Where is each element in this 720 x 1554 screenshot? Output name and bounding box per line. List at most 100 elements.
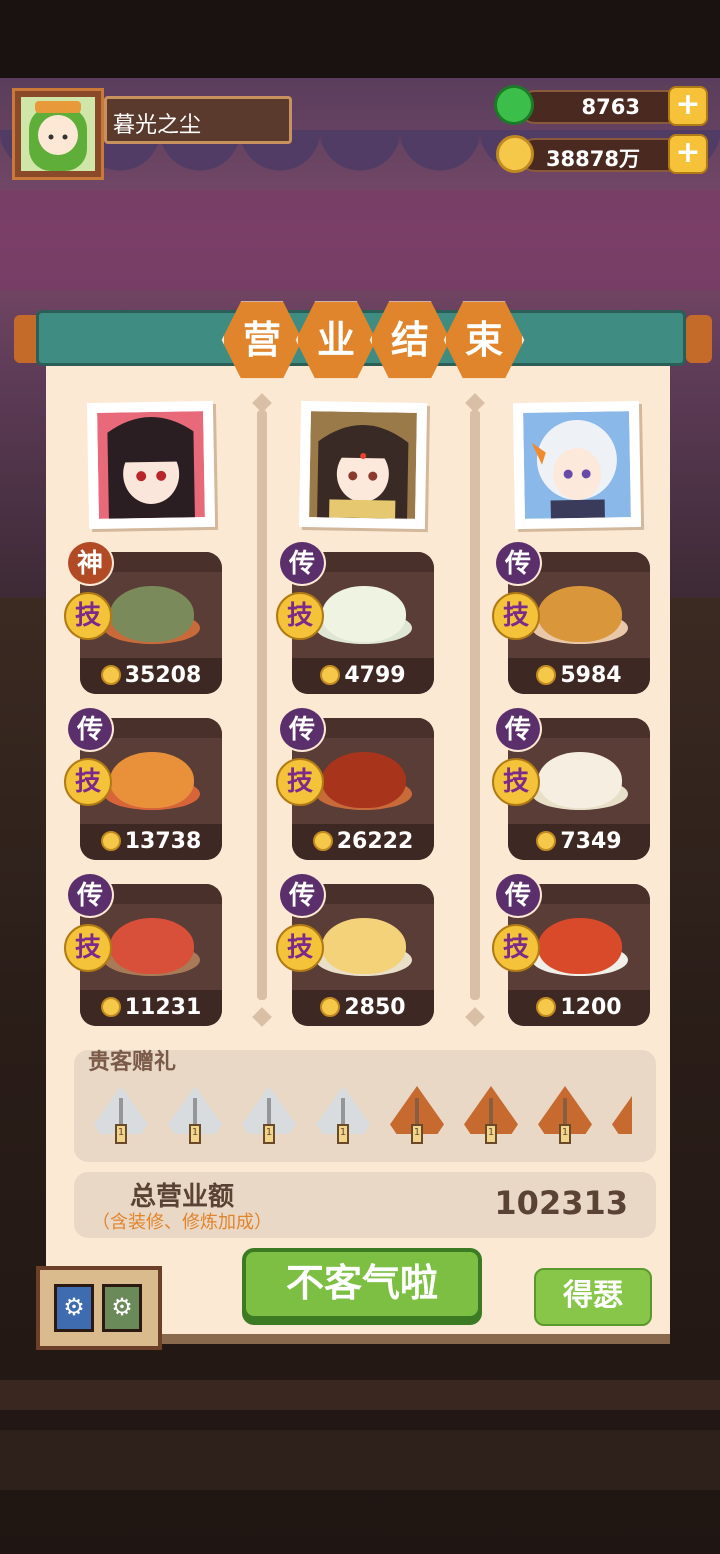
gear-icon[interactable]: ⚙ — [54, 1284, 94, 1332]
dish-image — [322, 586, 406, 642]
rarity-badge: 传 — [278, 540, 326, 586]
gift-mark — [489, 1098, 493, 1124]
add-jade-button[interactable]: + — [668, 86, 708, 126]
rarity-badge: 神 — [66, 540, 114, 586]
coin-icon — [496, 135, 534, 173]
dish-price-value: 7349 — [560, 829, 622, 854]
dish-price: 2850 — [292, 995, 434, 1020]
gift-count: 1 — [337, 1124, 349, 1144]
dish-image — [538, 918, 622, 974]
zongzi-icon — [612, 1086, 632, 1134]
coin-icon — [536, 997, 557, 1017]
dish-price: 35208 — [80, 663, 222, 688]
skill-badge: 技 — [64, 592, 112, 640]
dish-price-value: 5984 — [560, 663, 622, 688]
dish-price: 13738 — [80, 829, 222, 854]
skill-badge: 技 — [492, 592, 540, 640]
coin-counter: 38878万 — [518, 138, 684, 172]
dish-price-value: 13738 — [124, 829, 202, 854]
skill-badge: 技 — [64, 924, 112, 972]
avatar-image — [21, 97, 95, 171]
rarity-badge: 传 — [494, 872, 542, 918]
confirm-button[interactable]: 不客气啦 — [242, 1248, 482, 1320]
dish-image — [322, 918, 406, 974]
guest-gift-section: 贵客赠礼 1 1 1 1 1 1 1 1 — [74, 1050, 656, 1162]
top-bar-bg — [0, 0, 720, 78]
gift-count: 1 — [263, 1124, 275, 1144]
rarity-badge: 传 — [494, 540, 542, 586]
dish-price-value: 1200 — [560, 995, 622, 1020]
gift-item[interactable]: 1 — [168, 1086, 222, 1144]
coin-icon — [320, 997, 341, 1017]
player-name-plate: 暮光之尘 — [104, 96, 292, 144]
gift-count: 1 — [189, 1124, 201, 1144]
gift-mark — [563, 1098, 567, 1124]
dish-price-value: 4799 — [344, 663, 406, 688]
gift-item[interactable]: 1 — [316, 1086, 370, 1144]
gift-mark — [193, 1098, 197, 1124]
dish-price: 5984 — [508, 663, 650, 688]
gift-count: 1 — [485, 1124, 497, 1144]
total-revenue-value: 102313 — [494, 1184, 628, 1222]
dish-image — [110, 586, 194, 642]
total-revenue-box: 总营业额 （含装修、修炼加成） 102313 — [74, 1172, 656, 1238]
gift-item[interactable]: 1 — [390, 1086, 444, 1144]
player-avatar[interactable] — [12, 88, 104, 180]
gift-count: 1 — [115, 1124, 127, 1144]
skill-badge: 技 — [276, 758, 324, 806]
skill-badge: 技 — [276, 924, 324, 972]
chef-2-image — [309, 411, 417, 519]
dish-image — [110, 918, 194, 974]
dish-price-value: 26222 — [336, 829, 414, 854]
gift-mark — [267, 1098, 271, 1124]
jade-counter: 8763 — [518, 90, 684, 124]
gift-count: 1 — [559, 1124, 571, 1144]
coin-icon — [536, 665, 557, 685]
chef-3-image — [523, 411, 631, 519]
rarity-badge: 传 — [278, 872, 326, 918]
dish-image — [538, 586, 622, 642]
add-coins-button[interactable]: + — [668, 134, 708, 174]
chef-portrait[interactable] — [86, 400, 216, 530]
gift-item[interactable]: 1 — [242, 1086, 296, 1144]
rarity-badge: 传 — [494, 706, 542, 752]
stage-decoration — [0, 190, 720, 290]
total-revenue-note: （含装修、修炼加成） — [92, 1212, 272, 1233]
dish-price: 1200 — [508, 995, 650, 1020]
coin-icon — [100, 997, 121, 1017]
player-name: 暮光之尘 — [113, 113, 202, 138]
scroll-rod-right — [686, 315, 712, 363]
dish-price: 26222 — [292, 829, 434, 854]
gift-count: 1 — [411, 1124, 423, 1144]
gift-mark — [119, 1098, 123, 1124]
gift-item[interactable]: 1 — [538, 1086, 592, 1144]
gift-title: 贵客赠礼 — [88, 1050, 177, 1075]
skill-badge: 技 — [276, 592, 324, 640]
dish-price: 4799 — [292, 663, 434, 688]
coin-icon — [536, 831, 557, 851]
coin-amount: 38878万 — [545, 147, 640, 171]
coin-icon — [320, 665, 341, 685]
gift-item[interactable]: 1 — [464, 1086, 518, 1144]
wood-beam — [0, 1430, 720, 1490]
skill-badge: 技 — [492, 924, 540, 972]
column-divider — [470, 410, 480, 1000]
brag-button[interactable]: 得瑟 — [534, 1268, 652, 1326]
gear-icon[interactable]: ⚙ — [102, 1284, 142, 1332]
chef-portrait[interactable] — [298, 400, 428, 530]
jade-amount: 8763 — [581, 95, 640, 119]
chef-1-image — [97, 411, 205, 519]
rarity-badge: 传 — [66, 872, 114, 918]
gift-item[interactable]: 1 — [94, 1086, 148, 1144]
gift-mark — [341, 1098, 345, 1124]
skill-badge: 技 — [64, 758, 112, 806]
jade-icon — [494, 85, 534, 125]
dish-price: 7349 — [508, 829, 650, 854]
dish-image — [322, 752, 406, 808]
view-toggle-panel: ⚙ ⚙ — [36, 1266, 162, 1350]
rarity-badge: 传 — [66, 706, 114, 752]
gift-item[interactable]: 1 — [612, 1086, 632, 1144]
gift-row: 1 1 1 1 1 1 1 1 — [94, 1086, 632, 1148]
chef-portrait[interactable] — [512, 400, 642, 530]
coin-icon — [100, 831, 121, 851]
